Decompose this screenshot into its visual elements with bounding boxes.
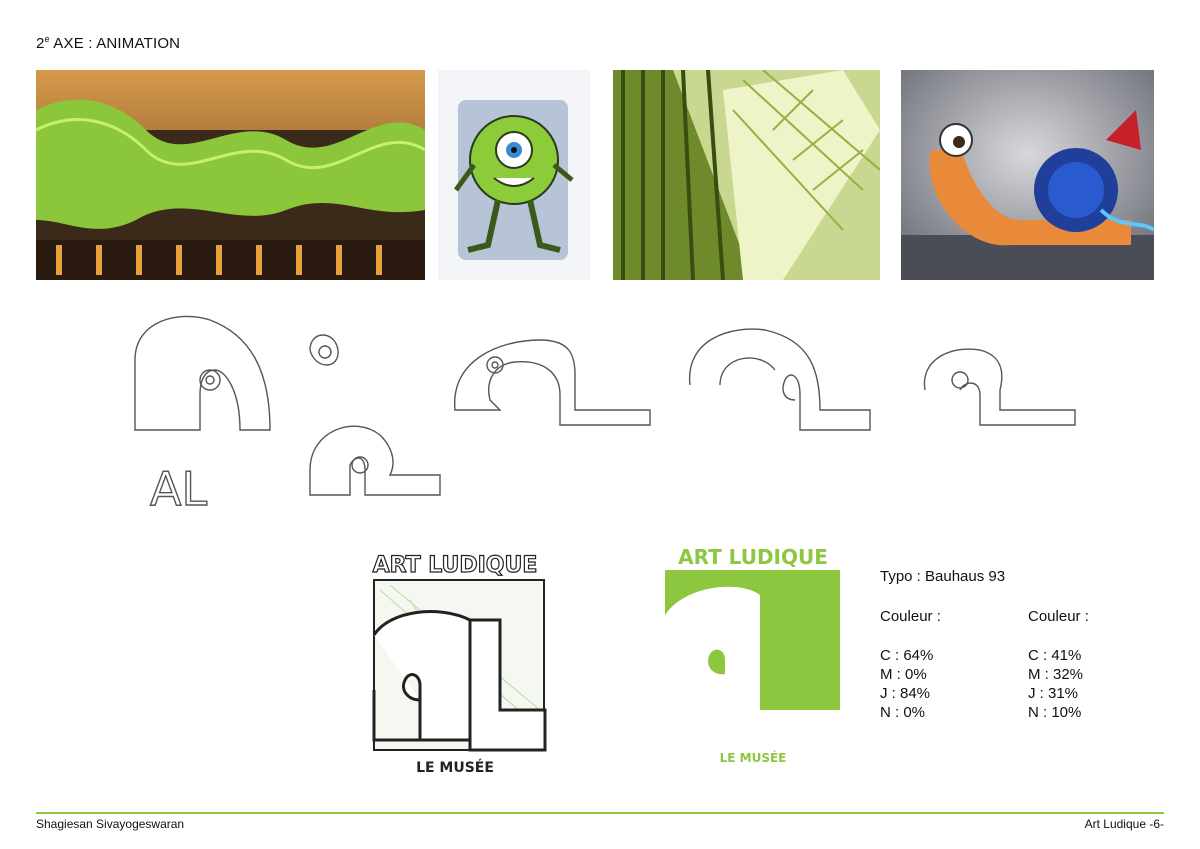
color-spec-value: N : 0% — [880, 704, 926, 721]
logo-final-top-text: ART LUDIQUE — [678, 545, 828, 569]
logo-sketch-top-text: ART LUDIQUE — [373, 553, 538, 578]
color-spec-value: C : 41% — [1028, 647, 1082, 664]
typography-spec: Typo : Bauhaus 93 — [880, 568, 1006, 585]
color-spec-value: M : 0% — [880, 666, 927, 683]
logo-final-bottom-text: LE MUSÉE — [720, 750, 787, 765]
color-spec-value: M : 32% — [1028, 666, 1084, 683]
footer-page-label: Art Ludique -6- — [1084, 817, 1164, 831]
logo-final: ART LUDIQUE LE MUSÉE — [665, 545, 840, 765]
color-spec-heading: Couleur : — [1028, 608, 1089, 625]
mike-wazowski-sketch — [438, 70, 590, 280]
color-spec-heading: Couleur : — [880, 608, 941, 625]
footer-divider — [36, 812, 1164, 814]
color-spec-green: Couleur : C : 64% M : 0% J : 84% N : 0% — [880, 607, 941, 722]
logo-sketch-bottom-text: LE MUSÉE — [416, 759, 494, 776]
turbo-snail-photo — [901, 70, 1154, 280]
color-spec-value: C : 64% — [880, 647, 934, 664]
color-spec-grey: Couleur : C : 41% M : 32% J : 31% N : 10… — [1028, 607, 1089, 722]
color-spec-value: J : 31% — [1028, 685, 1079, 702]
color-spec-value: N : 10% — [1028, 704, 1082, 721]
les-docks-green-building-photo — [36, 70, 425, 280]
logo-pencil-sketches: AL — [134, 315, 1076, 517]
page-title: 2e AXE : ANIMATION — [36, 34, 181, 52]
logo-sketch: ART LUDIQUE LE MUSÉE — [372, 552, 547, 776]
sketch-al-label: AL — [150, 462, 207, 516]
green-building-interior-photo — [613, 70, 880, 280]
footer-author: Shagiesan Sivayogeswaran — [36, 817, 185, 831]
color-spec-value: J : 84% — [880, 685, 931, 702]
